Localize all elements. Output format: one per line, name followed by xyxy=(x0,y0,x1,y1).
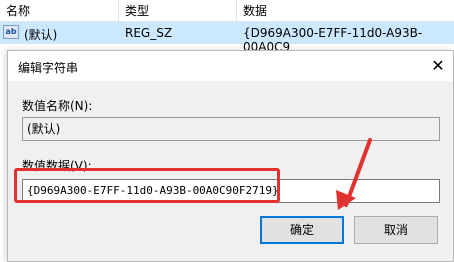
registry-value-row[interactable]: ab (默认) REG_SZ {D969A300-E7FF-11d0-A93B-… xyxy=(0,22,454,54)
column-header-name[interactable]: 名称 xyxy=(6,2,30,19)
ok-button[interactable]: 确定 xyxy=(260,216,344,244)
annotation-highlight-box xyxy=(14,168,280,203)
column-header-data[interactable]: 数据 xyxy=(243,2,267,19)
string-value-icon: ab xyxy=(3,25,19,39)
dialog-title: 编辑字符串 xyxy=(18,61,79,75)
value-name-field: (默认) xyxy=(22,117,440,141)
value-name-label: 数值名称(N): xyxy=(22,99,93,113)
column-divider[interactable] xyxy=(118,0,119,21)
column-header-type[interactable]: 类型 xyxy=(125,2,149,19)
registry-list-header: 名称 类型 数据 xyxy=(0,0,454,22)
cancel-button[interactable]: 取消 xyxy=(354,216,438,244)
edit-string-dialog: 编辑字符串 ✕ 数值名称(N): (默认) 数值数据(V): {D969A300… xyxy=(7,50,454,262)
value-name-cell: (默认) xyxy=(24,28,58,42)
dialog-titlebar[interactable]: 编辑字符串 ✕ xyxy=(8,51,453,81)
close-icon[interactable]: ✕ xyxy=(423,51,453,81)
column-divider[interactable] xyxy=(236,0,237,21)
value-type-cell: REG_SZ xyxy=(125,26,173,40)
